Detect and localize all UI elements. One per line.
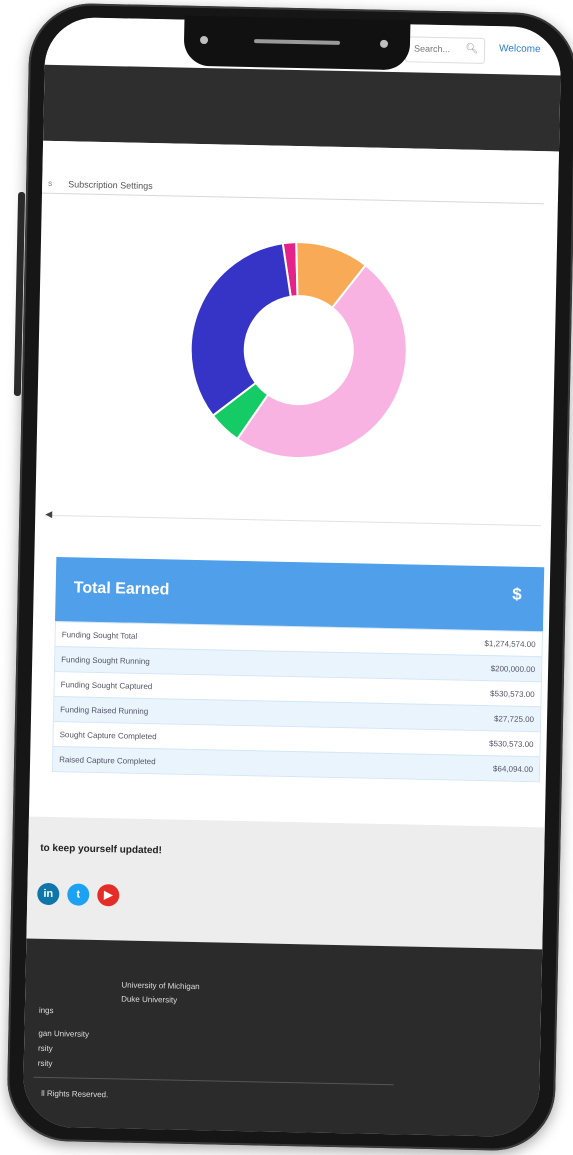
- row-label: Funding Raised Running: [60, 704, 149, 716]
- row-value: $530,573.00: [488, 738, 534, 749]
- twitter-icon[interactable]: t: [67, 883, 90, 906]
- search-icon[interactable]: 🔍︎: [465, 44, 478, 55]
- footer-column-b: University of Michigan Duke University: [121, 979, 200, 1009]
- camera-dot: [199, 35, 209, 45]
- youtube-icon[interactable]: ▶: [97, 883, 120, 907]
- row-label: Raised Capture Completed: [59, 754, 156, 766]
- linkedin-icon[interactable]: in: [37, 882, 60, 906]
- donut-chart: [186, 238, 411, 463]
- row-label: Sought Capture Completed: [59, 729, 157, 741]
- tab-bar: s Subscription Settings: [41, 140, 559, 205]
- footer-link[interactable]: rsity: [38, 1041, 89, 1057]
- search-input[interactable]: [411, 42, 469, 56]
- sensor-dot: [379, 39, 389, 48]
- row-value: $200,000.00: [490, 663, 536, 674]
- row-label: Funding Sought Running: [61, 654, 150, 666]
- welcome-link[interactable]: Welcome: [499, 43, 541, 55]
- collapse-arrow-icon[interactable]: ◀: [45, 509, 52, 520]
- row-label: Funding Sought Captured: [60, 679, 153, 691]
- chart-divider: [45, 514, 542, 527]
- footer-column-a: ings gan University rsity rsity: [38, 1003, 90, 1072]
- newsletter-section: to keep yourself updated! in t ▶: [26, 816, 545, 950]
- header-band: [43, 64, 561, 152]
- phone-screen: 🔍︎ Welcome s Subscription Settings ◀ ⌄ T…: [22, 16, 562, 1138]
- footer: ings gan University rsity rsity Universi…: [22, 938, 543, 1138]
- total-earned-header: Total Earned $: [55, 557, 545, 632]
- total-earned-table: Funding Sought Total $1,274,574.00 Fundi…: [51, 621, 543, 783]
- donut-svg: [189, 241, 408, 460]
- tab-previous[interactable]: s: [48, 179, 52, 188]
- row-value: $530,573.00: [490, 688, 535, 699]
- footer-link[interactable]: ings: [39, 1003, 90, 1019]
- speaker-grille: [253, 39, 341, 45]
- total-earned-title: Total Earned: [73, 579, 170, 599]
- row-label: Funding Sought Total: [61, 629, 138, 641]
- copyright-text: ll Rights Reserved.: [41, 1088, 109, 1100]
- row-value: $1,274,574.00: [484, 638, 536, 649]
- tab-subscription-settings[interactable]: Subscription Settings: [68, 179, 153, 191]
- footer-link[interactable]: Duke University: [121, 993, 200, 1009]
- donut-slice[interactable]: [189, 241, 292, 418]
- search-box[interactable]: 🔍︎: [404, 36, 486, 64]
- total-earned-card: Total Earned $ Funding Sought Total $1,2…: [51, 557, 545, 783]
- footer-divider: [33, 1076, 394, 1086]
- footer-link[interactable]: rsity: [38, 1056, 89, 1072]
- phone-notch: [183, 15, 411, 71]
- row-value: $64,094.00: [492, 763, 534, 774]
- tab-divider: [41, 192, 544, 205]
- dollar-icon: $: [512, 584, 522, 604]
- newsletter-text: to keep yourself updated!: [40, 842, 163, 857]
- footer-link[interactable]: gan University: [38, 1026, 89, 1042]
- row-value: $27,725.00: [493, 713, 535, 724]
